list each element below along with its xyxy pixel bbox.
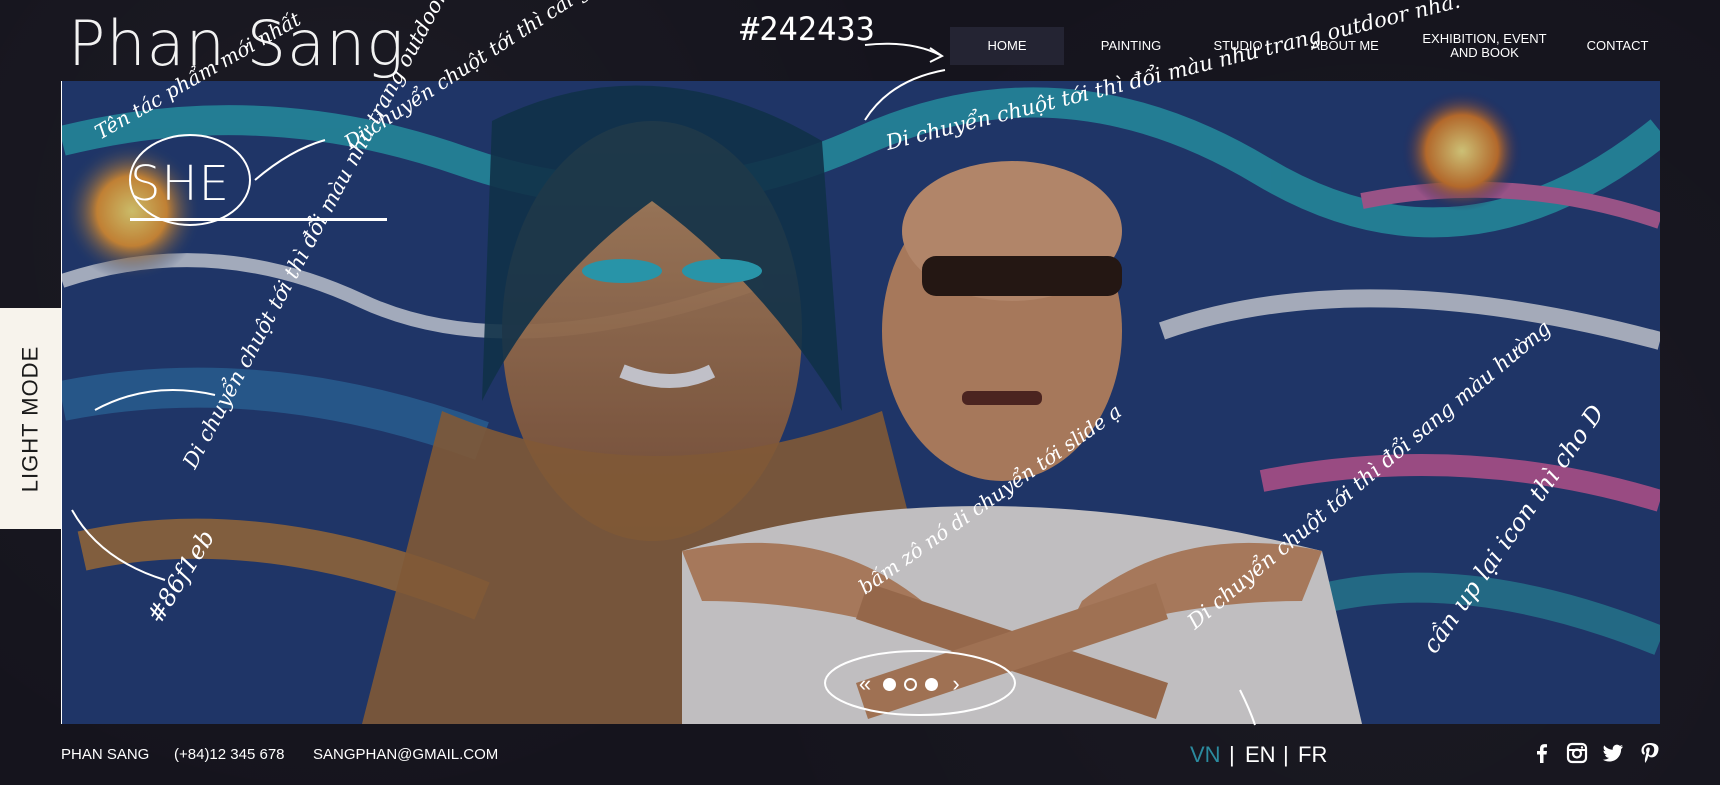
slide-dot-1[interactable] bbox=[883, 677, 896, 691]
twitter-icon[interactable] bbox=[1602, 742, 1624, 764]
double-chevron-left-icon[interactable]: « bbox=[855, 673, 875, 695]
instagram-icon[interactable] bbox=[1566, 742, 1588, 764]
slide-dot-2[interactable] bbox=[904, 677, 917, 691]
footer-phone[interactable]: (+84)12 345 678 bbox=[174, 746, 285, 763]
lang-vn[interactable]: VN bbox=[1190, 742, 1221, 768]
nav-contact[interactable]: CONTACT bbox=[1575, 27, 1660, 65]
pinterest-icon[interactable] bbox=[1639, 742, 1661, 764]
chevron-right-icon[interactable]: › bbox=[946, 673, 966, 695]
lang-fr[interactable]: FR bbox=[1298, 742, 1327, 768]
nav-about-me[interactable]: ABOUT ME bbox=[1293, 27, 1397, 65]
footer: PHAN SANG (+84)12 345 678 SANGPHAN@GMAIL… bbox=[61, 742, 1661, 770]
site-logo[interactable]: Phan Sang bbox=[68, 4, 405, 84]
hero-overlay bbox=[62, 81, 1660, 724]
footer-email[interactable]: SANGPHAN@GMAIL.COM bbox=[313, 746, 498, 763]
facebook-icon[interactable] bbox=[1531, 742, 1553, 764]
nav-painting[interactable]: PAINTING bbox=[1079, 27, 1183, 65]
lang-en[interactable]: EN bbox=[1245, 742, 1276, 768]
light-mode-toggle[interactable]: LIGHT MODE bbox=[0, 308, 61, 529]
slide-title-underline bbox=[130, 218, 387, 221]
nav-studio[interactable]: STUDIO bbox=[1193, 27, 1283, 65]
slider-controls: « › bbox=[855, 672, 966, 696]
nav-home[interactable]: HOME bbox=[950, 27, 1064, 65]
slide-title[interactable]: SHE bbox=[130, 156, 230, 212]
hero-slider[interactable] bbox=[61, 81, 1660, 724]
lang-separator: | bbox=[1283, 742, 1289, 767]
slide-dot-3[interactable] bbox=[925, 677, 938, 691]
footer-name: PHAN SANG bbox=[61, 746, 150, 763]
nav-exhibition[interactable]: EXHIBITION, EVENT AND BOOK bbox=[1407, 27, 1562, 65]
lang-separator: | bbox=[1229, 742, 1235, 767]
main-nav: HOME PAINTING STUDIO ABOUT ME EXHIBITION… bbox=[950, 27, 1660, 65]
light-mode-label: LIGHT MODE bbox=[17, 345, 43, 492]
